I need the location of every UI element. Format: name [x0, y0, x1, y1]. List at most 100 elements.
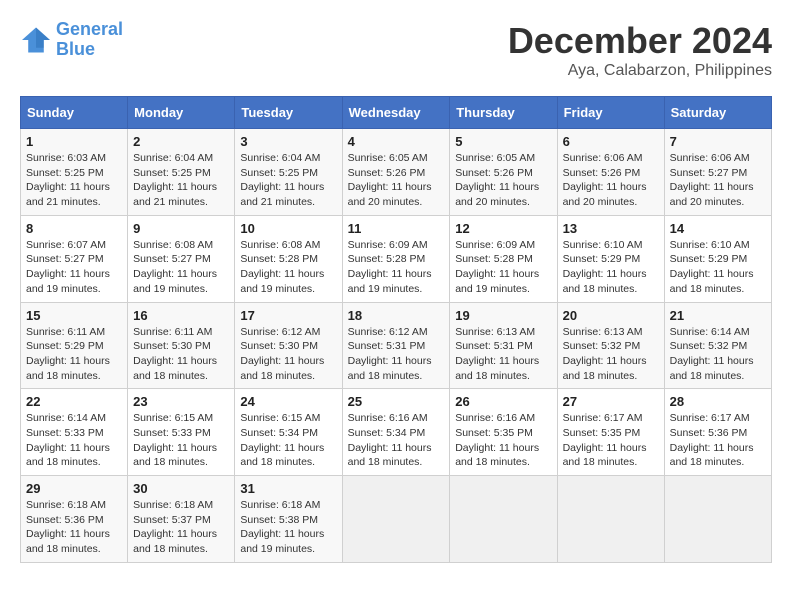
day-number: 7	[670, 134, 766, 149]
calendar-cell: 8 Sunrise: 6:07 AMSunset: 5:27 PMDayligh…	[21, 215, 128, 302]
col-friday: Friday	[557, 97, 664, 129]
calendar-cell: 25 Sunrise: 6:16 AMSunset: 5:34 PMDaylig…	[342, 389, 450, 476]
day-detail: Sunrise: 6:06 AMSunset: 5:26 PMDaylight:…	[563, 152, 647, 208]
day-detail: Sunrise: 6:04 AMSunset: 5:25 PMDaylight:…	[240, 152, 324, 208]
day-detail: Sunrise: 6:07 AMSunset: 5:27 PMDaylight:…	[26, 239, 110, 295]
day-detail: Sunrise: 6:03 AMSunset: 5:25 PMDaylight:…	[26, 152, 110, 208]
calendar-week-row: 29 Sunrise: 6:18 AMSunset: 5:36 PMDaylig…	[21, 476, 772, 563]
day-number: 16	[133, 308, 229, 323]
day-number: 15	[26, 308, 122, 323]
day-detail: Sunrise: 6:17 AMSunset: 5:35 PMDaylight:…	[563, 412, 647, 468]
calendar-cell: 4 Sunrise: 6:05 AMSunset: 5:26 PMDayligh…	[342, 129, 450, 216]
calendar-cell: 11 Sunrise: 6:09 AMSunset: 5:28 PMDaylig…	[342, 215, 450, 302]
day-number: 20	[563, 308, 659, 323]
calendar-cell: 28 Sunrise: 6:17 AMSunset: 5:36 PMDaylig…	[664, 389, 771, 476]
col-thursday: Thursday	[450, 97, 557, 129]
day-number: 9	[133, 221, 229, 236]
day-detail: Sunrise: 6:05 AMSunset: 5:26 PMDaylight:…	[348, 152, 432, 208]
day-detail: Sunrise: 6:11 AMSunset: 5:29 PMDaylight:…	[26, 326, 110, 382]
day-number: 24	[240, 394, 336, 409]
day-number: 31	[240, 481, 336, 496]
day-detail: Sunrise: 6:15 AMSunset: 5:33 PMDaylight:…	[133, 412, 217, 468]
logo-icon	[20, 26, 52, 54]
calendar-cell: 17 Sunrise: 6:12 AMSunset: 5:30 PMDaylig…	[235, 302, 342, 389]
col-sunday: Sunday	[21, 97, 128, 129]
day-number: 12	[455, 221, 551, 236]
day-number: 30	[133, 481, 229, 496]
calendar-cell: 26 Sunrise: 6:16 AMSunset: 5:35 PMDaylig…	[450, 389, 557, 476]
day-number: 26	[455, 394, 551, 409]
day-number: 23	[133, 394, 229, 409]
calendar-cell: 15 Sunrise: 6:11 AMSunset: 5:29 PMDaylig…	[21, 302, 128, 389]
day-number: 4	[348, 134, 445, 149]
col-tuesday: Tuesday	[235, 97, 342, 129]
day-number: 17	[240, 308, 336, 323]
calendar-cell: 22 Sunrise: 6:14 AMSunset: 5:33 PMDaylig…	[21, 389, 128, 476]
day-number: 3	[240, 134, 336, 149]
calendar-cell: 29 Sunrise: 6:18 AMSunset: 5:36 PMDaylig…	[21, 476, 128, 563]
calendar-week-row: 15 Sunrise: 6:11 AMSunset: 5:29 PMDaylig…	[21, 302, 772, 389]
day-detail: Sunrise: 6:05 AMSunset: 5:26 PMDaylight:…	[455, 152, 539, 208]
col-saturday: Saturday	[664, 97, 771, 129]
calendar-cell: 27 Sunrise: 6:17 AMSunset: 5:35 PMDaylig…	[557, 389, 664, 476]
col-monday: Monday	[128, 97, 235, 129]
month-title: December 2024	[508, 20, 772, 62]
day-detail: Sunrise: 6:18 AMSunset: 5:37 PMDaylight:…	[133, 499, 217, 555]
calendar-cell	[450, 476, 557, 563]
day-number: 10	[240, 221, 336, 236]
day-detail: Sunrise: 6:06 AMSunset: 5:27 PMDaylight:…	[670, 152, 754, 208]
calendar-cell: 1 Sunrise: 6:03 AMSunset: 5:25 PMDayligh…	[21, 129, 128, 216]
col-wednesday: Wednesday	[342, 97, 450, 129]
day-number: 5	[455, 134, 551, 149]
calendar-cell	[557, 476, 664, 563]
calendar-cell: 20 Sunrise: 6:13 AMSunset: 5:32 PMDaylig…	[557, 302, 664, 389]
calendar-cell: 21 Sunrise: 6:14 AMSunset: 5:32 PMDaylig…	[664, 302, 771, 389]
day-detail: Sunrise: 6:18 AMSunset: 5:36 PMDaylight:…	[26, 499, 110, 555]
day-detail: Sunrise: 6:15 AMSunset: 5:34 PMDaylight:…	[240, 412, 324, 468]
day-detail: Sunrise: 6:08 AMSunset: 5:27 PMDaylight:…	[133, 239, 217, 295]
day-detail: Sunrise: 6:13 AMSunset: 5:31 PMDaylight:…	[455, 326, 539, 382]
day-number: 6	[563, 134, 659, 149]
day-number: 21	[670, 308, 766, 323]
calendar-cell: 24 Sunrise: 6:15 AMSunset: 5:34 PMDaylig…	[235, 389, 342, 476]
calendar-week-row: 22 Sunrise: 6:14 AMSunset: 5:33 PMDaylig…	[21, 389, 772, 476]
day-number: 29	[26, 481, 122, 496]
day-number: 28	[670, 394, 766, 409]
day-detail: Sunrise: 6:14 AMSunset: 5:32 PMDaylight:…	[670, 326, 754, 382]
location: Aya, Calabarzon, Philippines	[508, 62, 772, 80]
day-number: 13	[563, 221, 659, 236]
calendar-cell	[342, 476, 450, 563]
calendar-cell: 13 Sunrise: 6:10 AMSunset: 5:29 PMDaylig…	[557, 215, 664, 302]
day-detail: Sunrise: 6:08 AMSunset: 5:28 PMDaylight:…	[240, 239, 324, 295]
calendar-cell: 7 Sunrise: 6:06 AMSunset: 5:27 PMDayligh…	[664, 129, 771, 216]
calendar-week-row: 1 Sunrise: 6:03 AMSunset: 5:25 PMDayligh…	[21, 129, 772, 216]
day-detail: Sunrise: 6:10 AMSunset: 5:29 PMDaylight:…	[563, 239, 647, 295]
calendar-table: Sunday Monday Tuesday Wednesday Thursday…	[20, 96, 772, 563]
calendar-cell: 2 Sunrise: 6:04 AMSunset: 5:25 PMDayligh…	[128, 129, 235, 216]
day-number: 1	[26, 134, 122, 149]
header-row: Sunday Monday Tuesday Wednesday Thursday…	[21, 97, 772, 129]
calendar-cell: 30 Sunrise: 6:18 AMSunset: 5:37 PMDaylig…	[128, 476, 235, 563]
title-block: December 2024 Aya, Calabarzon, Philippin…	[508, 20, 772, 80]
day-number: 11	[348, 221, 445, 236]
page-header: General Blue December 2024 Aya, Calabarz…	[20, 20, 772, 80]
day-detail: Sunrise: 6:14 AMSunset: 5:33 PMDaylight:…	[26, 412, 110, 468]
calendar-cell: 5 Sunrise: 6:05 AMSunset: 5:26 PMDayligh…	[450, 129, 557, 216]
calendar-cell: 14 Sunrise: 6:10 AMSunset: 5:29 PMDaylig…	[664, 215, 771, 302]
day-detail: Sunrise: 6:18 AMSunset: 5:38 PMDaylight:…	[240, 499, 324, 555]
day-number: 22	[26, 394, 122, 409]
day-detail: Sunrise: 6:12 AMSunset: 5:31 PMDaylight:…	[348, 326, 432, 382]
calendar-cell: 6 Sunrise: 6:06 AMSunset: 5:26 PMDayligh…	[557, 129, 664, 216]
day-detail: Sunrise: 6:09 AMSunset: 5:28 PMDaylight:…	[348, 239, 432, 295]
day-detail: Sunrise: 6:16 AMSunset: 5:35 PMDaylight:…	[455, 412, 539, 468]
day-detail: Sunrise: 6:17 AMSunset: 5:36 PMDaylight:…	[670, 412, 754, 468]
day-number: 19	[455, 308, 551, 323]
day-detail: Sunrise: 6:12 AMSunset: 5:30 PMDaylight:…	[240, 326, 324, 382]
day-detail: Sunrise: 6:04 AMSunset: 5:25 PMDaylight:…	[133, 152, 217, 208]
calendar-cell: 3 Sunrise: 6:04 AMSunset: 5:25 PMDayligh…	[235, 129, 342, 216]
calendar-cell	[664, 476, 771, 563]
day-number: 27	[563, 394, 659, 409]
day-number: 18	[348, 308, 445, 323]
day-number: 14	[670, 221, 766, 236]
calendar-cell: 9 Sunrise: 6:08 AMSunset: 5:27 PMDayligh…	[128, 215, 235, 302]
